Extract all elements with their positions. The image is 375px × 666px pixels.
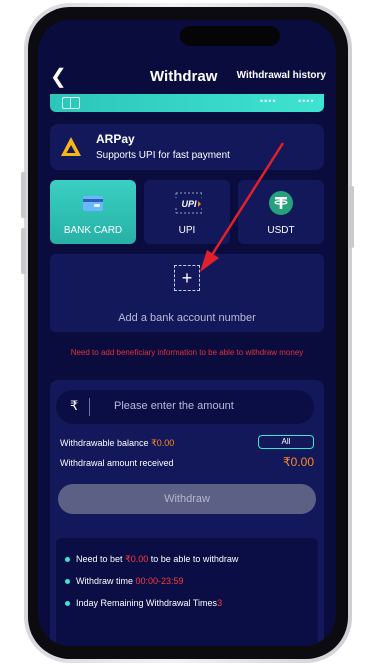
page-title: Withdraw xyxy=(150,68,218,85)
masked-number-2: •••• xyxy=(298,96,315,106)
method-upi[interactable]: UPI UPI xyxy=(144,180,230,244)
method-label: BANK CARD xyxy=(63,225,123,236)
balance-label: Withdrawable balance xyxy=(60,438,152,448)
withdrawable-balance: Withdrawable balance ₹0.00 xyxy=(60,438,174,449)
rupee-icon: ₹ xyxy=(70,398,79,413)
warning-message: Need to add beneficiary information to b… xyxy=(70,348,304,357)
upi-icon: UPI xyxy=(175,192,202,214)
payment-name: ARPay xyxy=(96,132,135,146)
method-usdt[interactable]: USDT xyxy=(238,180,324,244)
withdraw-button[interactable]: Withdraw xyxy=(58,484,316,514)
arpay-logo-icon xyxy=(61,137,81,156)
method-bank-card[interactable]: BANK CARD xyxy=(50,180,136,244)
balance-value: ₹0.00 xyxy=(151,438,175,448)
bullet-dot xyxy=(65,579,70,584)
phone-side-button xyxy=(21,172,26,218)
phone-side-button xyxy=(349,186,354,248)
app-screen: ❮ Withdraw Withdrawal history •••• •••• … xyxy=(38,20,336,646)
received-label: Withdrawal amount received xyxy=(60,458,174,468)
amount-input[interactable]: ₹ Please enter the amount xyxy=(56,390,314,424)
withdrawal-history-link[interactable]: Withdrawal history xyxy=(237,70,326,81)
masked-number-1: •••• xyxy=(260,96,277,106)
header: ❮ Withdraw Withdrawal history xyxy=(38,64,336,92)
plus-icon[interactable]: + xyxy=(174,265,200,291)
svg-text:UPI: UPI xyxy=(181,199,197,209)
add-bank-account-box[interactable]: + Add a bank account number xyxy=(50,254,324,332)
received-value: ₹0.00 xyxy=(283,455,314,469)
bullet-dot xyxy=(65,601,70,606)
bullet-dot xyxy=(65,557,70,562)
rule-bet: Need to bet ₹0.00 to be able to withdraw xyxy=(65,554,238,565)
tether-icon xyxy=(269,191,293,215)
add-account-label: Add a bank account number xyxy=(118,312,256,324)
phone-side-button xyxy=(21,228,26,274)
card-chip-icon xyxy=(62,97,80,109)
method-label: USDT xyxy=(267,225,295,236)
camera-notch xyxy=(180,26,280,46)
payment-description: Supports UPI for fast payment xyxy=(96,150,230,161)
rule-time: Withdraw time 00:00-23:59 xyxy=(65,576,184,586)
payment-channel-card[interactable]: ARPay Supports UPI for fast payment xyxy=(50,124,324,170)
amount-placeholder: Please enter the amount xyxy=(114,400,234,412)
method-label: UPI xyxy=(178,225,196,236)
withdraw-rules: Need to bet ₹0.00 to be able to withdraw… xyxy=(56,538,318,646)
bank-card-strip: •••• •••• xyxy=(50,94,324,112)
all-button[interactable]: All xyxy=(258,435,314,449)
input-divider xyxy=(89,398,90,416)
rule-times: Inday Remaining Withdrawal Times3 xyxy=(65,598,222,608)
wallet-card-icon xyxy=(83,196,103,211)
back-arrow-icon[interactable]: ❮ xyxy=(50,66,68,88)
